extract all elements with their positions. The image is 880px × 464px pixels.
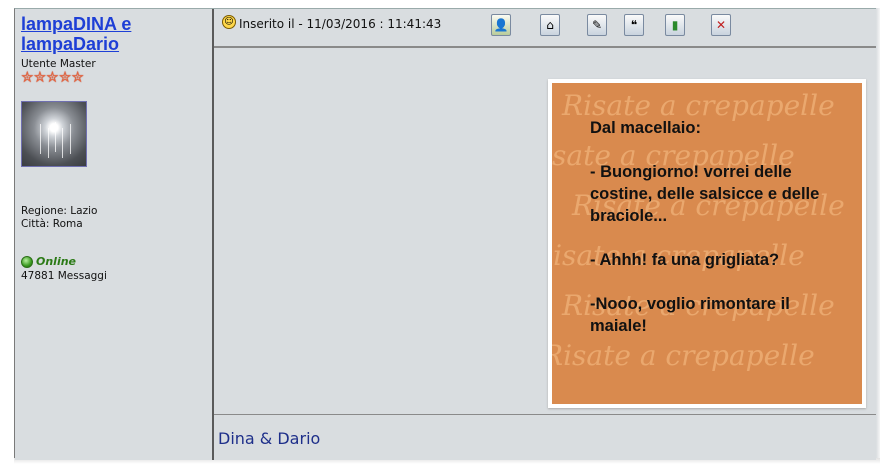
quote-icon: ❝	[630, 18, 638, 32]
posted-date: Inserito il - 11/03/2016 : 11:41:43	[239, 17, 442, 31]
delete-button[interactable]: ✕	[711, 14, 731, 36]
star-icon: ✮	[58, 68, 72, 86]
signature-divider	[214, 414, 876, 415]
edit-button[interactable]: ✎	[587, 14, 607, 36]
joke-text: Dal macellaio: - Buongiorno! vorrei dell…	[590, 119, 820, 335]
online-status-label: Online	[36, 255, 77, 268]
online-status-icon	[21, 255, 33, 268]
profile-button[interactable]: 👤	[491, 14, 511, 36]
rank-stars: ✮ ✮ ✮ ✮ ✮	[21, 69, 84, 85]
author-location: Regione: Lazio Città: Roma	[21, 205, 97, 231]
signature: Dina & Dario	[218, 429, 321, 448]
quote-button[interactable]: ❝	[624, 14, 644, 36]
edit-icon: ✎	[591, 18, 603, 32]
posted-icon: ☺	[222, 15, 236, 29]
bookmark-button[interactable]: ▮	[665, 14, 685, 36]
post-header: ☺ Inserito il - 11/03/2016 : 11:41:43 👤 …	[214, 9, 876, 45]
star-icon: ✮	[21, 68, 34, 86]
delete-icon: ✕	[715, 18, 727, 32]
author-region: Regione: Lazio	[21, 205, 98, 217]
home-icon: ⌂	[546, 18, 554, 32]
star-icon: ✮	[71, 68, 84, 86]
post-panel: ☺ Inserito il - 11/03/2016 : 11:41:43 👤 …	[214, 9, 876, 460]
author-message-count: 47881 Messaggi	[21, 270, 107, 282]
star-icon: ✮	[33, 68, 47, 86]
homepage-button[interactable]: ⌂	[540, 14, 560, 36]
header-divider	[214, 46, 876, 48]
post-image[interactable]: Risate a crepapelle Risate a crepapelle …	[548, 79, 866, 408]
watermark: Risate a crepapelle	[552, 339, 815, 372]
right-edge-shadow	[876, 8, 880, 460]
author-panel: lampaDINA e lampaDario Utente Master ✮ ✮…	[15, 9, 213, 460]
bookmark-icon: ▮	[671, 18, 679, 32]
author-city: Città: Roma	[21, 218, 83, 230]
author-username-link[interactable]: lampaDINA e lampaDario	[21, 14, 211, 54]
joke-image: Risate a crepapelle Risate a crepapelle …	[552, 83, 862, 404]
user-profile-icon: 👤	[493, 18, 509, 32]
page: lampaDINA e lampaDario Utente Master ✮ ✮…	[0, 0, 880, 464]
star-icon: ✮	[46, 68, 59, 86]
online-status: Online	[21, 255, 76, 268]
avatar[interactable]	[21, 101, 87, 167]
